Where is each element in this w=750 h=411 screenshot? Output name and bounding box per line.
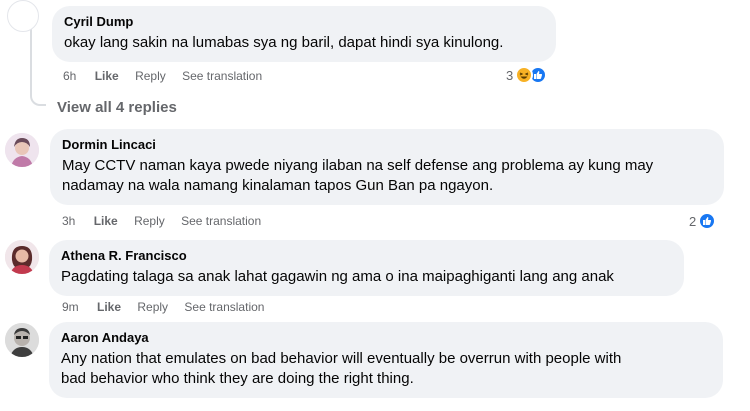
comment-text: Pagdating talaga sa anak lahat gagawin n… — [61, 268, 614, 285]
like-button[interactable]: Like — [97, 300, 121, 314]
comment-author[interactable]: Cyril Dump — [64, 14, 544, 30]
reaction-summary[interactable]: 3 — [506, 66, 548, 84]
comment-bubble: Dormin Lincaci May CCTV naman kaya pwede… — [50, 129, 724, 205]
thread-line — [30, 28, 46, 106]
haha-icon — [515, 66, 534, 84]
reply-button[interactable]: Reply — [137, 300, 168, 314]
avatar[interactable] — [5, 133, 39, 167]
comment-text: May CCTV naman kaya pwede niyang ilaban … — [62, 157, 654, 194]
avatar-placeholder — [7, 0, 39, 32]
reaction-count: 2 — [689, 213, 697, 229]
reply-button[interactable]: Reply — [135, 69, 166, 83]
avatar[interactable] — [5, 240, 39, 274]
reaction-count: 3 — [506, 67, 514, 83]
comment-text: okay lang sakin na lumabas sya ng baril,… — [64, 34, 504, 51]
see-translation-link[interactable]: See translation — [181, 214, 261, 228]
comment-time[interactable]: 6h — [63, 69, 76, 83]
comment-author[interactable]: Athena R. Francisco — [61, 248, 672, 264]
comment-text: Any nation that emulates on bad behavior… — [61, 350, 622, 387]
comment-actions: 9m Like Reply See translation — [62, 300, 277, 314]
see-translation-link[interactable]: See translation — [182, 69, 262, 83]
view-replies-link[interactable]: View all 4 replies — [57, 99, 177, 116]
comment-bubble: Cyril Dump okay lang sakin na lumabas sy… — [52, 6, 556, 62]
reply-button[interactable]: Reply — [134, 214, 165, 228]
like-button[interactable]: Like — [94, 214, 118, 228]
comment-bubble: Aaron Andaya Any nation that emulates on… — [49, 322, 723, 398]
like-button[interactable]: Like — [95, 69, 119, 83]
see-translation-link[interactable]: See translation — [184, 300, 264, 314]
like-icon — [698, 212, 717, 230]
comment-author[interactable]: Aaron Andaya — [61, 330, 711, 346]
comment-time[interactable]: 3h — [62, 214, 75, 228]
avatar[interactable] — [5, 323, 39, 357]
comment-author[interactable]: Dormin Lincaci — [62, 137, 712, 153]
comment-actions: 3h Like Reply See translation — [62, 214, 274, 228]
comment-time[interactable]: 9m — [62, 300, 79, 314]
comment-bubble: Athena R. Francisco Pagdating talaga sa … — [49, 240, 684, 296]
comment-actions: 6h Like Reply See translation — [63, 69, 275, 83]
reaction-summary[interactable]: 2 — [689, 212, 717, 230]
